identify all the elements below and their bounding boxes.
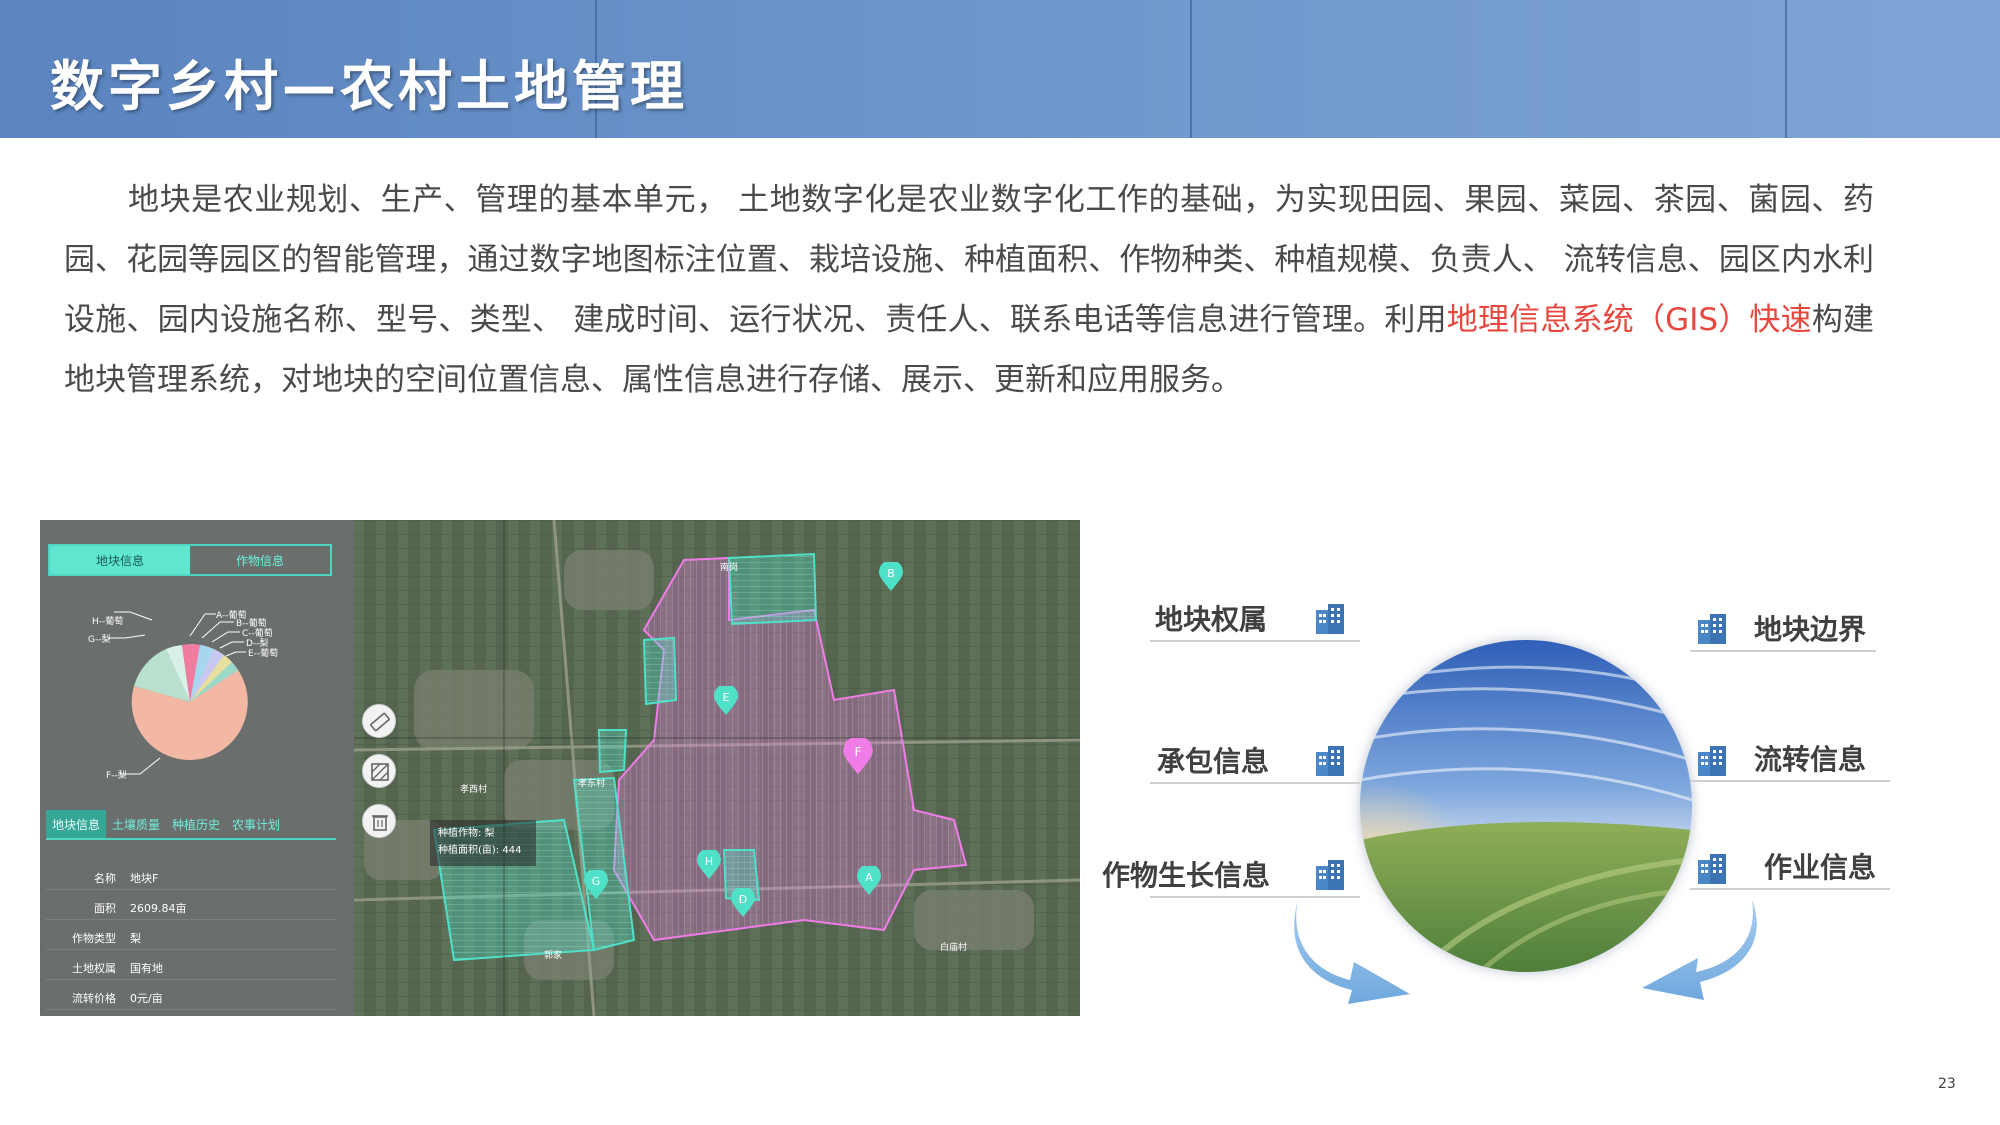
info-row: 土地权属 国有地: [46, 952, 336, 980]
info-key: 作物类型: [72, 932, 116, 945]
label-crop-growth: 作物生长信息: [1102, 859, 1271, 892]
header-divider: [1785, 0, 1787, 138]
pie-label: G--梨: [88, 635, 111, 645]
label-land-ownership: 地块权属: [1155, 603, 1268, 636]
page-number: 23: [1938, 1076, 1956, 1092]
info-value: 地块F: [130, 872, 159, 885]
arrow-right-icon: [1642, 900, 1757, 1000]
info-value: 国有地: [130, 962, 163, 975]
building-icon: [1316, 746, 1344, 776]
info-row: 流转价格 0元/亩: [46, 982, 336, 1010]
marker-label: D: [738, 893, 748, 906]
building-icon: [1316, 860, 1344, 890]
marker-label: B: [887, 567, 895, 580]
marker-label: F: [854, 745, 862, 759]
info-key: 流转价格: [72, 992, 116, 1005]
map-marker[interactable]: B: [878, 560, 904, 592]
tooltip-area: 种植面积(亩): 444: [438, 845, 522, 856]
pie-label: E--葡萄: [248, 649, 279, 659]
building-icon: [1698, 854, 1726, 884]
farmland-globe-image: [1360, 640, 1692, 972]
ruler-tool-button[interactable]: [362, 704, 396, 738]
label-underline: [1690, 888, 1890, 890]
label-underline: [1690, 780, 1890, 782]
delete-tool-button[interactable]: [362, 804, 396, 838]
village-name: 南岗: [720, 563, 739, 573]
info-key: 名称: [94, 872, 116, 885]
building-icon: [1698, 614, 1726, 644]
crop-pie-chart: [108, 611, 248, 775]
info-row: 名称 地块F: [46, 862, 336, 890]
arrow-left-icon: [1294, 900, 1410, 1004]
detail-tabs: 地块信息 土壤质量 种植历史 农事计划: [46, 810, 336, 840]
building-icon: [1698, 746, 1726, 776]
intro-paragraph: 地块是农业规划、生产、管理的基本单元， 土地数字化是农业数字化工作的基础，为实现…: [64, 170, 1874, 410]
pie-label: H--葡萄: [92, 617, 124, 627]
info-row: 作物类型 梨: [46, 922, 336, 950]
village-name: 白庙村: [940, 943, 968, 953]
satellite-map[interactable]: [353, 520, 1080, 1016]
info-row: 面积 2609.84亩: [46, 892, 336, 920]
map-marker[interactable]: H: [696, 848, 722, 880]
header-divider: [1190, 0, 1192, 138]
label-underline: [1150, 640, 1360, 642]
header-banner: 数字乡村—农村土地管理: [0, 0, 2000, 138]
page-title: 数字乡村—农村土地管理: [50, 55, 688, 118]
marker-label: A: [865, 871, 873, 884]
label-underline: [1150, 896, 1360, 898]
label-operation-info: 作业信息: [1764, 851, 1877, 884]
info-key: 面积: [94, 902, 116, 915]
map-marker[interactable]: E: [713, 684, 739, 716]
label-transfer-info: 流转信息: [1754, 743, 1867, 776]
draw-area-tool-button[interactable]: [362, 754, 396, 788]
ruler-icon: [370, 712, 390, 732]
marker-label: G: [591, 875, 601, 888]
map-marker[interactable]: F: [842, 736, 874, 776]
info-value: 2609.84亩: [130, 902, 187, 915]
label-parcel-boundary: 地块边界: [1754, 613, 1867, 646]
pie-label: F--梨: [106, 771, 127, 781]
village-name: 孝西村: [460, 785, 488, 795]
label-underline: [1150, 782, 1360, 784]
village-name: 孝东村: [578, 779, 606, 789]
map-marker[interactable]: A: [856, 864, 882, 896]
map-tooltip: 种植作物: 梨 种植面积(亩): 444: [430, 820, 536, 866]
subtab-planting-history[interactable]: 种植历史: [166, 810, 226, 838]
subtab-farm-plan[interactable]: 农事计划: [226, 810, 286, 838]
subtab-parcel-info[interactable]: 地块信息: [46, 810, 107, 838]
gis-screenshot: B E F G H D A 南岗 孝西村 孝东村 郭家 白庙村 种植作物: 梨 …: [40, 520, 1080, 1016]
info-panel: 地块信息 作物信息 H--葡萄 G--梨 A--葡萄 B--葡萄 C--葡萄 D…: [40, 520, 354, 1016]
subtab-soil-quality[interactable]: 土壤质量: [106, 810, 166, 838]
map-marker[interactable]: D: [730, 886, 756, 918]
label-underline: [1690, 650, 1876, 652]
map-marker[interactable]: G: [583, 868, 609, 900]
trash-icon: [372, 815, 388, 831]
label-contract-info: 承包信息: [1157, 745, 1270, 778]
building-icon: [1316, 604, 1344, 634]
village-name: 郭家: [544, 951, 563, 961]
info-value: 梨: [130, 932, 141, 945]
intro-highlight: 地理信息系统（GIS）快速: [1446, 302, 1812, 338]
info-key: 土地权属: [72, 962, 116, 975]
marker-label: E: [722, 691, 730, 704]
hatch-icon: [371, 763, 389, 781]
map-svg: [353, 520, 1080, 1016]
marker-label: H: [704, 855, 714, 868]
tooltip-crop: 种植作物: 梨: [438, 828, 495, 839]
info-value: 0元/亩: [130, 992, 163, 1005]
